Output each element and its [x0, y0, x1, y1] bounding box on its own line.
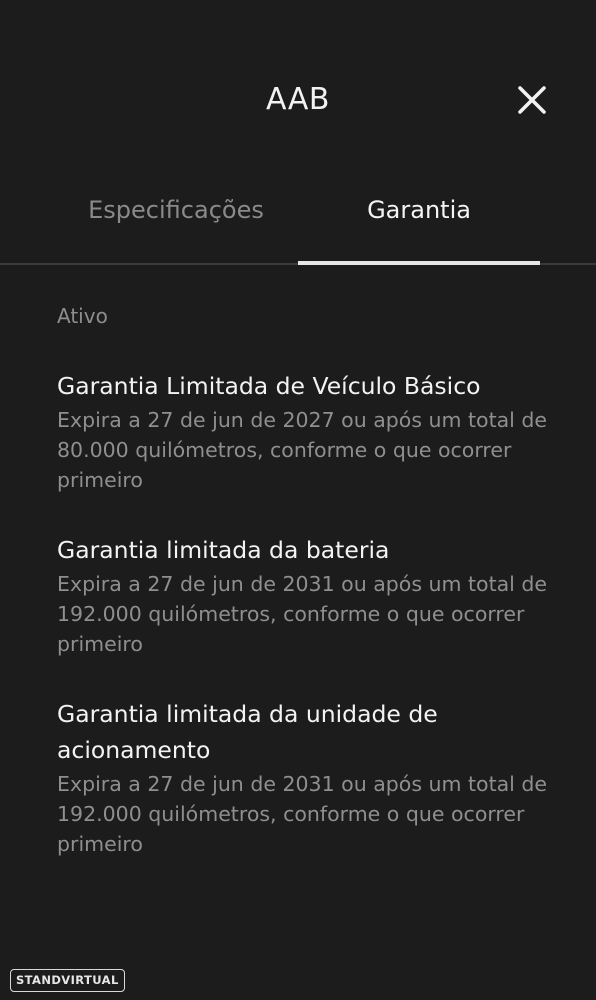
warranty-description: Expira a 27 de jun de 2031 ou após um to…: [57, 572, 548, 656]
standvirtual-watermark: STANDVIRTUAL: [10, 969, 125, 992]
active-tab-indicator: [298, 261, 540, 265]
header: AAB: [0, 0, 596, 200]
section-label-ativo: Ativo: [57, 304, 108, 328]
close-button[interactable]: [516, 84, 548, 116]
warranty-title: Garantia Limitada de Veículo Básico: [57, 372, 481, 400]
close-icon: [518, 86, 546, 114]
warranty-item: Garantia limitada da unidade de acioname…: [57, 696, 547, 859]
tab-garantia[interactable]: Garantia: [298, 185, 540, 263]
tab-bar: Especificações Garantia: [0, 185, 596, 265]
warranty-description: Expira a 27 de jun de 2031 ou após um to…: [57, 772, 548, 856]
warranty-item: Garantia Limitada de Veículo Básico Expi…: [57, 368, 547, 495]
warranty-item: Garantia limitada da bateria Expira a 27…: [57, 532, 547, 659]
warranty-title: Garantia limitada da bateria: [57, 536, 390, 564]
page-title: AAB: [266, 82, 330, 117]
warranty-description: Expira a 27 de jun de 2027 ou após um to…: [57, 408, 548, 492]
tab-especificacoes[interactable]: Especificações: [55, 185, 297, 263]
warranty-title: Garantia limitada da unidade de acioname…: [57, 700, 438, 764]
